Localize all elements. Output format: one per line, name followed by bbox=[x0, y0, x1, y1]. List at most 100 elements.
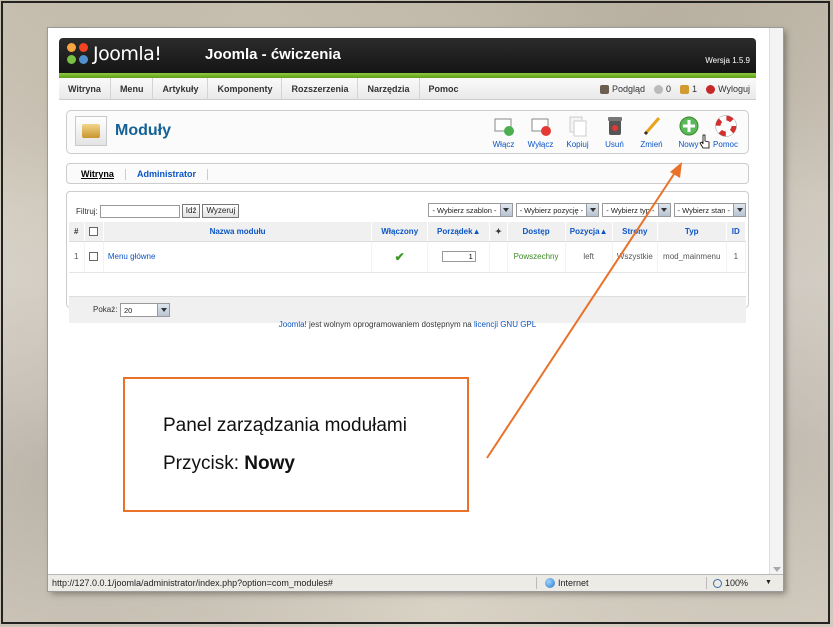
delete-button[interactable]: Usuń bbox=[596, 115, 633, 149]
version-label: Wersja 1.5.9 bbox=[705, 56, 750, 65]
browser-statusbar: http://127.0.0.1/joomla/administrator/in… bbox=[48, 574, 783, 591]
enabled-check-icon[interactable]: ✔ bbox=[395, 250, 405, 264]
enable-label: Włącz bbox=[492, 140, 515, 149]
zoom-control[interactable]: 100% ▼ bbox=[713, 575, 772, 591]
col-order[interactable]: Porządek▲ bbox=[427, 222, 491, 242]
annotation-callout: Panel zarządzania modułami Przycisk: Now… bbox=[123, 377, 469, 512]
disable-label: Wyłącz bbox=[527, 140, 554, 149]
table-row: 1 Menu główne ✔ Powszechny left Wszystki… bbox=[69, 241, 747, 273]
module-name-link[interactable]: Menu główne bbox=[108, 252, 156, 261]
zoom-icon bbox=[713, 578, 722, 588]
page-size-select[interactable]: 20 bbox=[120, 303, 170, 317]
menu-item-articles[interactable]: Artykuły bbox=[153, 78, 209, 100]
row-checkbox[interactable] bbox=[89, 252, 99, 262]
users-indicator[interactable]: 1 bbox=[680, 78, 697, 100]
logout-label: Wyloguj bbox=[718, 84, 750, 94]
tab-site[interactable]: Witryna bbox=[81, 169, 114, 179]
col-type[interactable]: Typ bbox=[657, 222, 727, 242]
joomla-header: Joomla! Joomla - ćwiczenia Wersja 1.5.9 bbox=[59, 38, 756, 78]
type-select-value: - Wybierz typ - bbox=[606, 205, 655, 215]
logout-link[interactable]: Wyloguj bbox=[706, 78, 750, 100]
filter-selects: - Wybierz szablon - - Wybierz pozycję - … bbox=[428, 203, 746, 217]
trash-icon bbox=[604, 115, 626, 137]
page-title: Moduły bbox=[115, 122, 171, 139]
joomla-logo-icon bbox=[67, 43, 89, 65]
status-divider bbox=[706, 577, 707, 589]
col-save-order[interactable]: ✦ bbox=[489, 222, 508, 242]
col-position-label: Pozycja bbox=[569, 226, 600, 236]
add-icon bbox=[678, 115, 700, 137]
select-all-checkbox[interactable] bbox=[89, 226, 99, 236]
edit-button[interactable]: Zmień bbox=[633, 115, 670, 149]
order-spacer-cell bbox=[489, 241, 508, 273]
help-label: Pomoc bbox=[713, 140, 738, 149]
disable-icon bbox=[530, 115, 552, 137]
type-select[interactable]: - Wybierz typ - bbox=[602, 203, 671, 217]
vertical-scrollbar[interactable] bbox=[769, 28, 783, 574]
enable-button[interactable]: Włącz bbox=[485, 115, 522, 149]
license-link[interactable]: licencji GNU GPL bbox=[474, 320, 536, 329]
scroll-down-icon[interactable] bbox=[773, 567, 781, 572]
filter-bar: Filtruj: Idź Wyzeruj bbox=[76, 204, 240, 218]
reset-button[interactable]: Wyzeruj bbox=[202, 204, 240, 218]
help-button[interactable]: Pomoc bbox=[707, 115, 744, 149]
state-select[interactable]: - Wybierz stan - bbox=[673, 203, 746, 217]
access-cell: Powszechny bbox=[507, 241, 566, 273]
enabled-cell: ✔ bbox=[371, 241, 429, 273]
col-access[interactable]: Dostęp bbox=[507, 222, 566, 242]
footer-text: jest wolnym oprogramowaniem dostępnym na bbox=[306, 320, 474, 329]
row-select bbox=[84, 241, 104, 273]
sort-asc-icon: ▲ bbox=[472, 226, 481, 236]
chevron-down-icon bbox=[733, 204, 745, 216]
col-enabled[interactable]: Włączony bbox=[371, 222, 429, 242]
filter-input[interactable] bbox=[99, 204, 180, 218]
menu-item-extensions[interactable]: Rozszerzenia bbox=[282, 78, 359, 100]
joomla-link[interactable]: Joomla! bbox=[279, 320, 307, 329]
access-link[interactable]: Powszechny bbox=[514, 252, 559, 261]
type-cell: mod_mainmenu bbox=[657, 241, 727, 273]
template-select[interactable]: - Wybierz szablon - bbox=[428, 203, 513, 217]
submenu-divider bbox=[125, 169, 126, 180]
preview-link[interactable]: Podgląd bbox=[600, 78, 645, 100]
copy-label: Kopiuj bbox=[566, 140, 589, 149]
id-cell: 1 bbox=[726, 241, 747, 273]
position-select[interactable]: - Wybierz pozycję - bbox=[515, 203, 600, 217]
module-submenu: Witryna Administrator bbox=[66, 163, 749, 184]
filter-label: Filtruj: bbox=[76, 206, 98, 216]
col-order-label: Porządek bbox=[437, 226, 473, 236]
table-header-row: # Nazwa modułu Włączony Porządek▲ ✦ Dost… bbox=[69, 222, 747, 242]
pencil-icon bbox=[641, 115, 663, 137]
tab-administrator[interactable]: Administrator bbox=[137, 169, 196, 179]
mail-icon bbox=[654, 84, 664, 94]
joomla-logo: Joomla! bbox=[67, 43, 162, 65]
status-divider bbox=[536, 577, 537, 589]
messages-indicator[interactable]: 0 bbox=[654, 78, 671, 100]
users-icon bbox=[680, 84, 690, 94]
copy-button[interactable]: Kopiuj bbox=[559, 115, 596, 149]
pager-label: Pokaż: bbox=[93, 305, 118, 314]
col-id[interactable]: ID bbox=[726, 222, 747, 242]
go-button[interactable]: Idź bbox=[181, 204, 201, 218]
template-select-value: - Wybierz szablon - bbox=[432, 205, 497, 215]
new-label: Nowy bbox=[678, 140, 699, 149]
globe-icon bbox=[545, 578, 555, 588]
preview-icon bbox=[600, 84, 609, 94]
menu-item-menu[interactable]: Menu bbox=[111, 78, 154, 100]
menu-item-tools[interactable]: Narzędzia bbox=[358, 78, 420, 100]
state-select-value: - Wybierz stan - bbox=[677, 205, 730, 215]
chevron-down-icon: ▼ bbox=[765, 579, 772, 586]
col-pages[interactable]: Strony bbox=[612, 222, 658, 242]
row-number: 1 bbox=[69, 241, 85, 273]
menu-item-components[interactable]: Komponenty bbox=[208, 78, 283, 100]
disable-button[interactable]: Wyłącz bbox=[522, 115, 559, 149]
chevron-down-icon bbox=[499, 204, 512, 216]
col-position[interactable]: Pozycja▲ bbox=[565, 222, 613, 242]
menu-item-help[interactable]: Pomoc bbox=[420, 78, 468, 100]
page-size-value: 20 bbox=[124, 305, 133, 315]
menu-item-site[interactable]: Witryna bbox=[59, 78, 111, 100]
messages-count: 0 bbox=[666, 84, 672, 94]
position-cell: left bbox=[565, 241, 613, 273]
order-input[interactable] bbox=[441, 251, 476, 262]
col-name[interactable]: Nazwa modułu bbox=[103, 222, 373, 242]
pages-cell: Wszystkie bbox=[612, 241, 658, 273]
